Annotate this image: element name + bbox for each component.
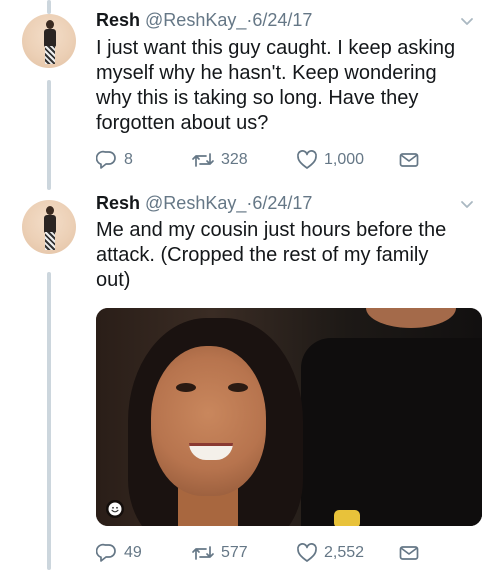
chevron-down-icon[interactable] (460, 197, 474, 211)
tweet-photo[interactable] (96, 308, 482, 526)
reply-icon (96, 149, 124, 171)
retweet-icon (191, 149, 221, 171)
tweet-actions: 49 577 2,552 (96, 541, 426, 565)
avatar[interactable] (22, 14, 76, 68)
envelope-icon (398, 149, 426, 171)
avatar[interactable] (22, 200, 76, 254)
retweet-count: 328 (221, 151, 248, 168)
display-name[interactable]: Resh (96, 10, 140, 30)
tweet-header: Resh @ReshKay_·6/24/17 (96, 8, 312, 32)
retweet-count: 577 (221, 544, 248, 561)
like-count: 2,552 (324, 544, 365, 561)
user-handle[interactable]: @ReshKay_ (145, 193, 246, 213)
like-button[interactable]: 1,000 (296, 148, 364, 172)
reply-icon (96, 542, 124, 564)
reply-button[interactable]: 49 (96, 541, 142, 565)
reply-count: 49 (124, 544, 142, 561)
reply-button[interactable]: 8 (96, 148, 133, 172)
display-name[interactable]: Resh (96, 193, 140, 213)
user-handle[interactable]: @ReshKay_ (145, 10, 246, 30)
tweet-date[interactable]: 6/24/17 (252, 193, 312, 213)
heart-icon (296, 149, 324, 171)
retweet-button[interactable]: 577 (191, 541, 248, 565)
reply-count: 8 (124, 151, 133, 168)
thread-line (47, 272, 51, 570)
tweet-header: Resh @ReshKay_·6/24/17 (96, 191, 312, 215)
tweet-actions: 8 328 1,000 (96, 148, 426, 172)
envelope-icon (398, 542, 426, 564)
like-button[interactable]: 2,552 (296, 541, 364, 565)
retweet-icon (191, 542, 221, 564)
tweet-date[interactable]: 6/24/17 (252, 10, 312, 30)
retweet-button[interactable]: 328 (191, 148, 248, 172)
smiley-icon[interactable] (106, 500, 124, 518)
like-count: 1,000 (324, 151, 365, 168)
chevron-down-icon[interactable] (460, 14, 474, 28)
thread-line (47, 0, 51, 14)
tweet-text: I just want this guy caught. I keep aski… (96, 37, 456, 134)
tweet-text: Me and my cousin just hours before the a… (96, 219, 447, 291)
direct-message-button[interactable] (398, 148, 426, 172)
thread-line (47, 80, 51, 190)
heart-icon (296, 542, 324, 564)
direct-message-button[interactable] (398, 541, 426, 565)
